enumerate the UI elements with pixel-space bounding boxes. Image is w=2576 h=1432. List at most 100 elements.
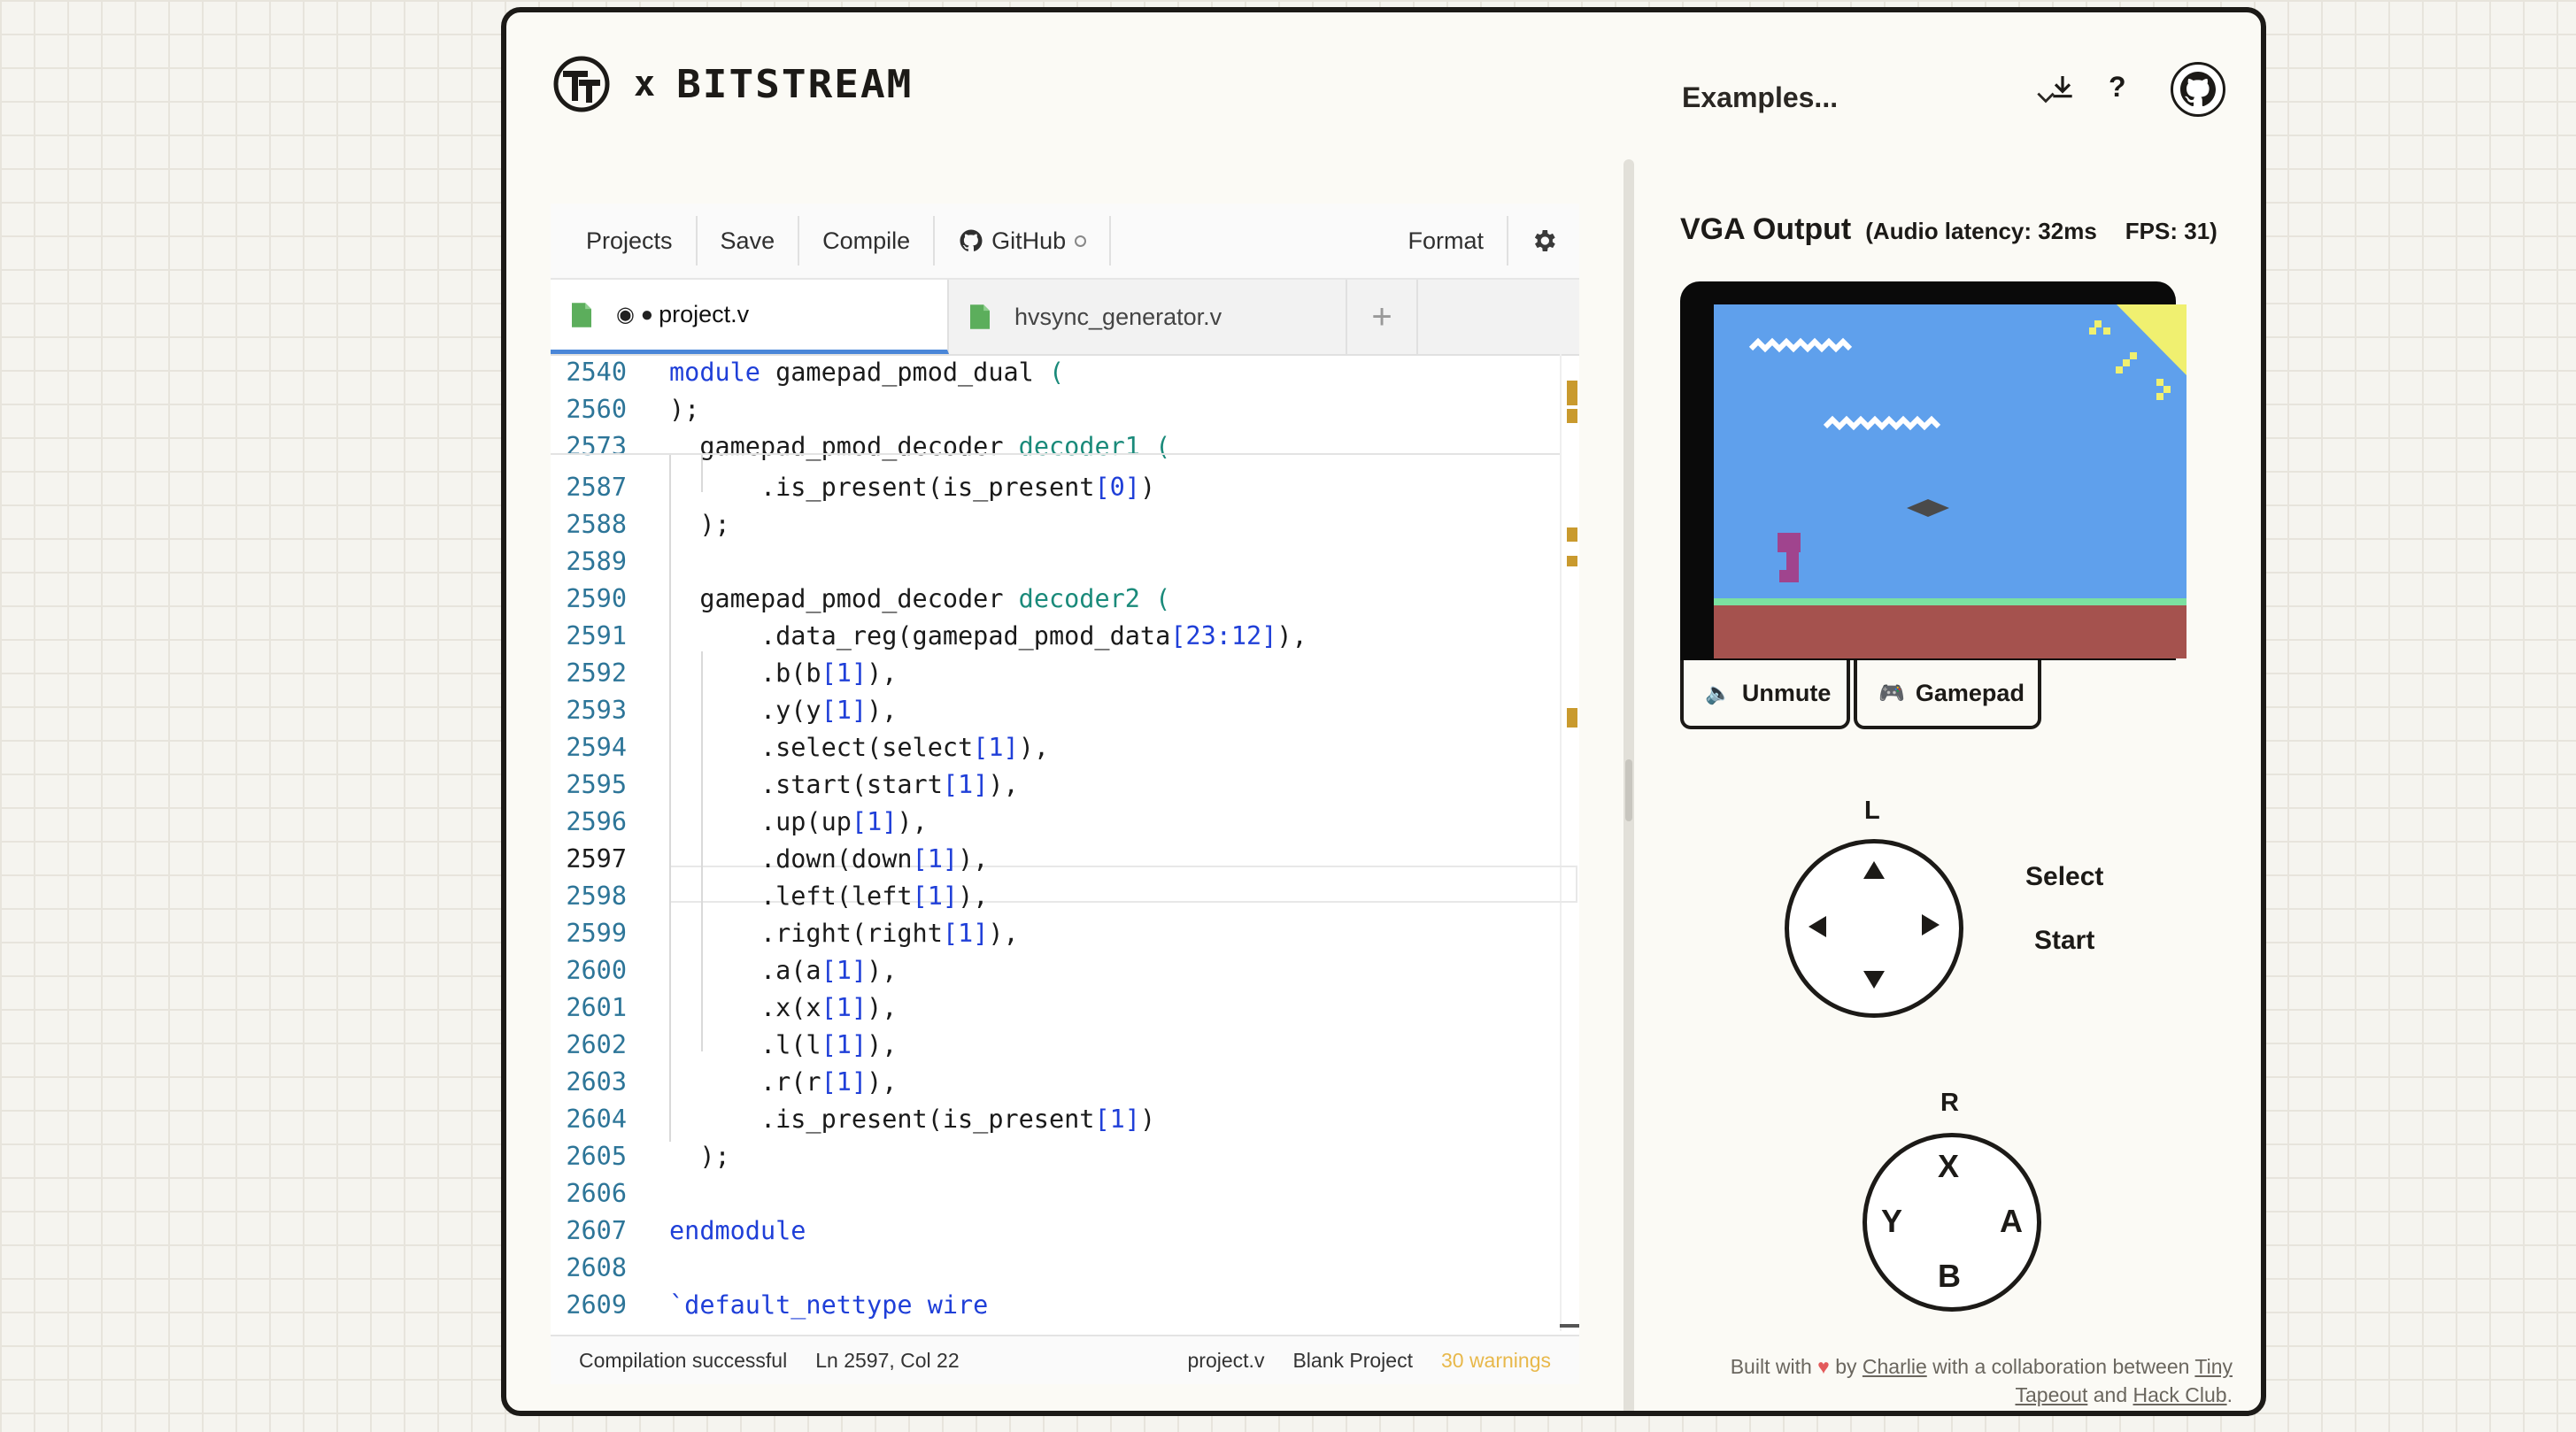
compile-button[interactable]: Compile [799,216,936,266]
fps-readout: FPS: 31) [2125,218,2217,244]
unmute-button[interactable]: 🔈 Unmute [1680,660,1850,729]
code-line[interactable]: 2601 .x(x[1]), [551,989,1560,1027]
code-line[interactable]: 2593 .y(y[1]), [551,692,1560,729]
footer-text: with a collaboration between [1932,1355,2190,1378]
b-button[interactable]: B [1938,1258,1961,1295]
code-line[interactable]: 2589 [551,543,1560,581]
line-number: 2602 [566,1030,627,1059]
code-area[interactable]: 2540 module gamepad_pmod_dual (2560); 2573… [551,354,1579,1331]
a-button[interactable]: A [2000,1203,2023,1240]
github-avatar[interactable] [2171,62,2225,117]
footer-text: Built with [1730,1355,1812,1378]
code-text: module gamepad_pmod_dual ( [669,358,1065,387]
examples-label: Examples... [1682,81,1839,113]
logo-wordmark: BITSTREAM [676,61,914,107]
code-line[interactable]: 2606 [551,1175,1560,1213]
app-window: x BITSTREAM Examples... ? Projects Save … [501,7,2266,1416]
code-line[interactable]: 2587 .is_present(is_present[0]) [551,469,1560,506]
hack-club-link[interactable]: Hack Club [2133,1383,2227,1406]
dpad-right-icon[interactable] [1922,914,1940,935]
code-line[interactable]: 2609 `default_nettype wire [551,1287,1560,1324]
vga-controls: 🔈 Unmute 🎮 Gamepad [1680,660,2045,729]
file-icon [572,302,591,327]
horizontal-scrollbar[interactable] [1560,1324,1579,1328]
vga-screen[interactable] [1680,281,2187,660]
examples-select[interactable]: Examples... [1682,62,2057,133]
code-text: gamepad_pmod_decoder decoder1 ( [669,432,1171,461]
r-shoulder-button[interactable]: R [1940,1089,1959,1118]
speaker-icon: 🔈 [1705,681,1731,705]
code-text: .a(a[1]), [669,956,898,985]
code-text: .x(x[1]), [669,993,898,1022]
code-line[interactable]: 2573 gamepad_pmod_decoder decoder1 ( [551,428,1560,466]
code-line[interactable]: 2590 gamepad_pmod_decoder decoder2 ( [551,581,1560,618]
dpad-left-icon[interactable] [1809,916,1826,937]
code-line[interactable]: 2596 .up(up[1]), [551,804,1560,841]
add-tab-button[interactable]: + [1347,280,1418,354]
save-button[interactable]: Save [698,216,800,266]
status-warnings[interactable]: 30 warnings [1441,1349,1551,1373]
code-text: endmodule [669,1216,806,1245]
y-button[interactable]: Y [1881,1203,1902,1240]
code-line[interactable]: 2591 .data_reg(gamepad_pmod_data[23:12])… [551,618,1560,655]
resize-handle[interactable] [1625,759,1632,821]
warning-marker [1567,381,1577,405]
line-number: 2599 [566,919,627,948]
line-number: 2592 [566,658,627,688]
dpad-down-icon[interactable] [1863,971,1885,989]
line-number: 2595 [566,770,627,799]
tab-project-v[interactable]: ◉ ● project.v [551,280,949,354]
code-line[interactable]: 2595 .start(start[1]), [551,766,1560,804]
code-line[interactable]: 2603 .r(r[1]), [551,1064,1560,1101]
heart-icon: ♥ [1817,1355,1830,1378]
line-number: 2601 [566,993,627,1022]
footer-text: by [1835,1355,1857,1378]
code-line[interactable]: 2592 .b(b[1]), [551,655,1560,692]
l-shoulder-button[interactable]: L [1864,797,1880,826]
code-line[interactable]: 2598 .left(left[1]), [551,878,1560,915]
code-line[interactable]: 2602 .l(l[1]), [551,1027,1560,1064]
line-number: 2604 [566,1105,627,1134]
line-number: 2590 [566,584,627,613]
code-line[interactable]: 2608 [551,1250,1560,1287]
code-line[interactable]: 2594 .select(select[1]), [551,729,1560,766]
github-button[interactable]: GitHub [935,216,1112,266]
line-number: 2600 [566,956,627,985]
code-line[interactable]: 2600 .a(a[1]), [551,952,1560,989]
editor-scrollbar-track[interactable] [1560,354,1562,1331]
code-text: `default_nettype wire [669,1290,989,1320]
settings-button[interactable] [1508,227,1579,255]
x-button[interactable]: X [1938,1148,1959,1185]
code-line[interactable]: 2560); [551,391,1560,428]
code-line[interactable]: 2597 .down(down[1]), [551,841,1560,878]
select-button[interactable]: Select [2025,862,2103,892]
tt-logo-icon [553,56,610,112]
warning-marker [1567,527,1577,542]
code-line[interactable]: 2588 ); [551,506,1560,543]
dpad-up-icon[interactable] [1863,861,1885,879]
cursor-position[interactable]: Ln 2597, Col 22 [815,1349,959,1373]
code-line[interactable]: 2599 .right(right[1]), [551,915,1560,952]
help-button[interactable]: ? [2109,71,2126,104]
dpad [1785,839,1963,1018]
format-button[interactable]: Format [1384,216,1508,266]
logo: x BITSTREAM [552,55,913,113]
code-line[interactable]: 2540 module gamepad_pmod_dual ( [551,354,1560,391]
code-line[interactable]: 2607 endmodule [551,1213,1560,1250]
tab-label: hvsync_generator.v [1014,303,1222,330]
code-line[interactable]: 2604 .is_present(is_present[1]) [551,1101,1560,1138]
gamepad-button[interactable]: 🎮 Gamepad [1854,660,2041,729]
line-number: 2560 [566,395,627,424]
charlie-link[interactable]: Charlie [1863,1355,1927,1378]
tab-hvsync-generator[interactable]: hvsync_generator.v [949,280,1347,354]
game-frame [1714,304,2187,658]
line-number: 2607 [566,1216,627,1245]
line-number: 2609 [566,1290,627,1320]
start-button[interactable]: Start [2034,926,2094,956]
code-text: .l(l[1]), [669,1030,898,1059]
download-icon[interactable] [2048,73,2077,101]
code-line[interactable]: 2605 ); [551,1138,1560,1175]
line-number: 2588 [566,510,627,539]
projects-button[interactable]: Projects [551,216,698,266]
code-editor: Projects Save Compile GitHub Format ◉ ● … [551,204,1579,1384]
